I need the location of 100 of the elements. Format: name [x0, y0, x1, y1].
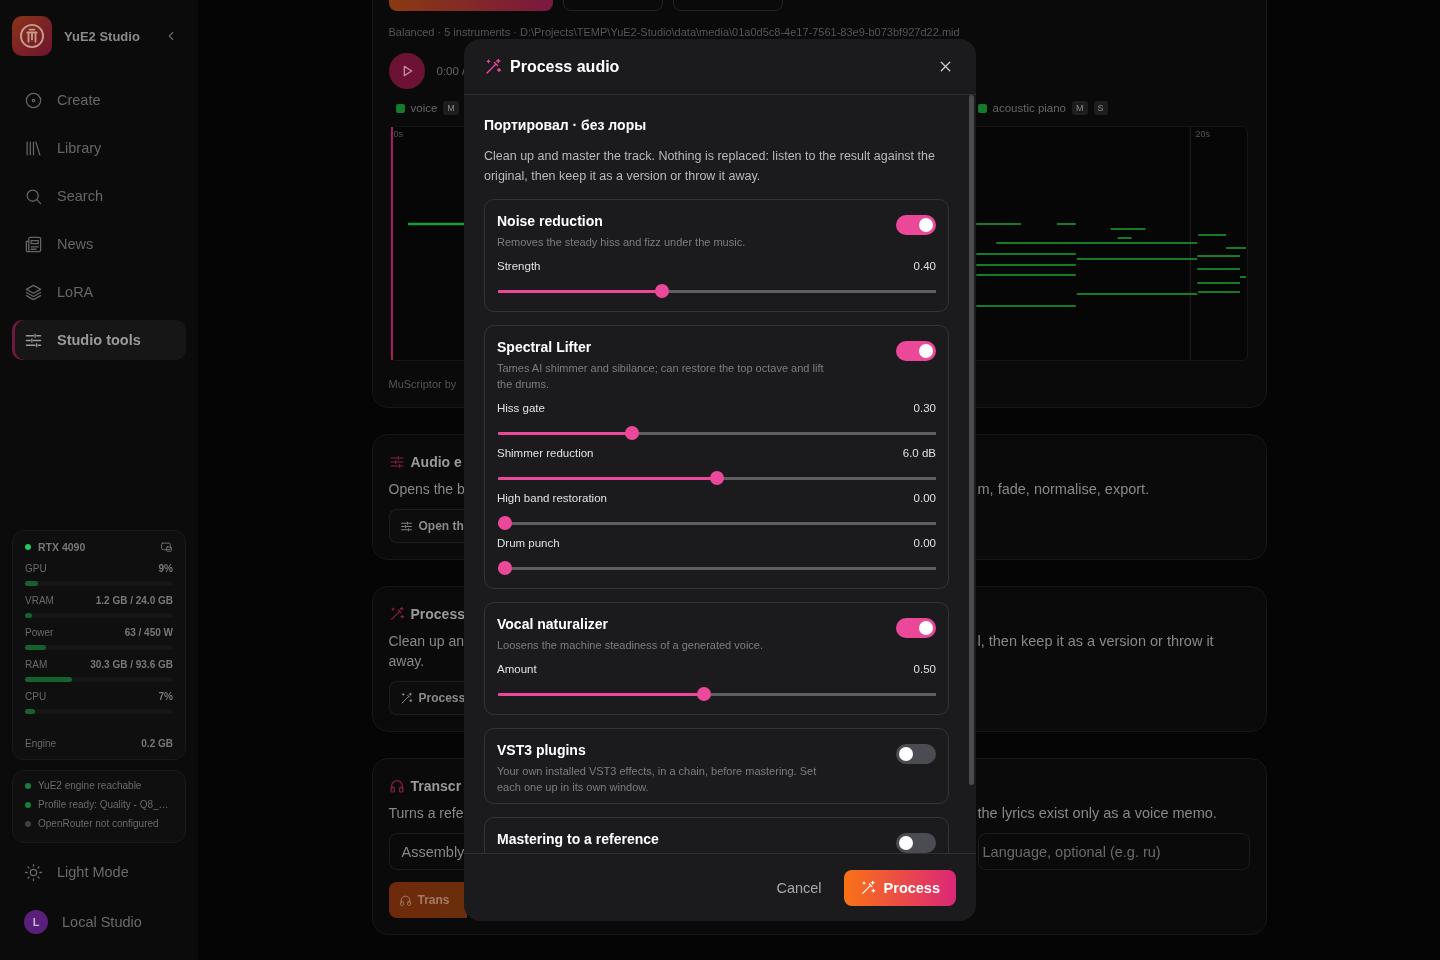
nav-item[interactable]: Search	[12, 176, 186, 216]
section-description: Your own installed VST3 effects, in a chain, before mastering. Set each one up in its own window.	[497, 764, 818, 795]
card-description: Clean up an	[388, 632, 464, 651]
user-avatar: L	[24, 910, 48, 934]
newspaper-icon	[24, 234, 43, 254]
metric-value: 9%	[158, 562, 173, 575]
track-name: voice	[410, 102, 438, 114]
section-title: Mastering to a reference	[497, 830, 659, 848]
process-button[interactable]: Process	[843, 869, 956, 906]
section-title: Spectral Lifter	[497, 338, 593, 356]
track-toggle[interactable]: M	[443, 101, 459, 115]
slider-thumb[interactable]	[697, 687, 712, 701]
card-description: Opens the b	[388, 480, 465, 499]
slider-label: Hiss gate	[497, 401, 545, 416]
card-description: m, fade, normalise, export.	[977, 480, 1151, 499]
track-color-swatch	[977, 103, 987, 113]
track-name: acoustic piano	[992, 102, 1067, 114]
metric-label: CPU	[25, 690, 47, 703]
disc-icon	[24, 90, 43, 110]
wand-icon	[388, 606, 405, 622]
toggle-switch[interactable]	[896, 341, 936, 361]
metric-label: RAM	[25, 658, 48, 671]
dialog-description: Clean up and master the track. Nothing is replaced: listen to the result against the original, then keep it as a version or throw it away.	[484, 148, 936, 185]
status-text: Profile ready: Quality - Q8_…	[38, 799, 169, 810]
app-name: YuE2 Studio	[64, 28, 141, 44]
wand-icon	[484, 57, 502, 76]
slider-value: 0.50	[913, 662, 936, 677]
section-description: Loosens the machine steadiness of a generated voice.	[497, 638, 764, 653]
slider-label: High band restoration	[497, 491, 607, 506]
nav-item[interactable]: Create	[12, 80, 186, 120]
dialog-subtitle: Портировал · без лоры	[484, 117, 648, 133]
screens-icon	[160, 540, 173, 554]
card-title: Audio e	[410, 454, 462, 470]
toggle-switch[interactable]	[896, 833, 936, 853]
slider-value: 0.30	[913, 401, 936, 416]
metric-value: 1.2 GB / 24.0 GB	[95, 594, 173, 607]
nav-item[interactable]: News	[12, 224, 186, 264]
note-bar	[407, 222, 465, 226]
track-toggle[interactable]: M	[1072, 101, 1088, 115]
card-description: the lyrics exist only as a voice memo.	[977, 804, 1218, 823]
slider-thumb[interactable]	[625, 426, 640, 440]
card-button[interactable]: Trans	[388, 882, 467, 918]
scrollbar[interactable]	[969, 95, 974, 785]
slider-value: 0.00	[913, 536, 936, 551]
time-marker: 0s	[393, 129, 403, 139]
card-button[interactable]: Open th	[388, 509, 467, 543]
headphones-icon	[398, 893, 412, 907]
slider-label: Strength	[497, 259, 541, 274]
metric-value: 63 / 450 W	[124, 626, 173, 639]
status-text: OpenRouter not configured	[38, 818, 159, 829]
metric-label: Power	[25, 626, 54, 639]
slider-value: 6.0 dB	[902, 446, 936, 461]
metric-label: GPU	[25, 562, 47, 575]
track-meta: Balanced · 5 instruments · D:\Projects\TEMP\YuE2-Studio\data\media\01a0d5c8-4e17-7561-83e9-b073bf927d22.mid	[388, 25, 961, 39]
nav-item[interactable]: LoRA	[12, 272, 186, 312]
card-title: Process	[410, 606, 465, 622]
toggle-switch[interactable]	[896, 215, 936, 235]
theme-toggle[interactable]: Light Mode	[12, 852, 186, 892]
metric-value: 7%	[158, 690, 173, 703]
card-description: away.	[388, 652, 425, 671]
card-description: Turns a refe	[388, 804, 464, 823]
card-title: Transcr	[410, 778, 462, 794]
track-color-swatch	[395, 103, 405, 113]
metric-value: 30.3 GB / 93.6 GB	[90, 658, 173, 671]
gpu-name: RTX 4090	[38, 541, 87, 553]
metric-value: 0.2 GB	[141, 737, 173, 750]
status-dot	[25, 544, 31, 550]
credit-text: MuScriptor by	[388, 377, 457, 391]
user-menu[interactable]: L Local Studio	[12, 902, 186, 942]
slider-label: Shimmer reduction	[497, 446, 594, 461]
section-title: Vocal naturalizer	[497, 615, 609, 633]
dialog-title: Process audio	[510, 57, 621, 76]
wand-icon	[399, 691, 413, 705]
card-button[interactable]: Process	[388, 681, 467, 715]
sliders-icon	[388, 454, 405, 470]
slider-value: 0.40	[913, 259, 936, 274]
slider-thumb[interactable]	[710, 471, 724, 485]
toggle-switch[interactable]	[896, 618, 936, 638]
nav-item[interactable]: Studio tools	[12, 320, 186, 360]
slider-thumb[interactable]	[498, 561, 512, 575]
section-title: Noise reduction	[497, 212, 604, 230]
section-title: VST3 plugins	[497, 741, 587, 759]
section-description: Removes the steady hiss and fizz under the music.	[497, 235, 747, 250]
toggle-switch[interactable]	[896, 744, 936, 764]
nav-item[interactable]: Library	[12, 128, 186, 168]
cancel-button[interactable]: Cancel	[776, 879, 822, 896]
metric-label: VRAM	[25, 594, 54, 607]
time-marker: 20s	[1195, 129, 1210, 139]
slider-value: 0.00	[913, 491, 936, 506]
language-field[interactable]: Language, optional (e.g. ru)	[977, 833, 1250, 870]
layers-icon	[24, 282, 43, 302]
play-button[interactable]	[388, 53, 425, 89]
section-description: Tames AI shimmer and sibilance; can restore the top octave and lift the drums.	[497, 361, 825, 392]
slider-label: Drum punch	[497, 536, 560, 551]
slider-label: Amount	[497, 662, 537, 677]
slider-thumb[interactable]	[498, 516, 512, 530]
sliders-icon	[399, 519, 413, 533]
slider-thumb[interactable]	[654, 284, 669, 298]
track-toggle[interactable]: S	[1093, 101, 1108, 115]
headphones-icon	[388, 778, 405, 794]
